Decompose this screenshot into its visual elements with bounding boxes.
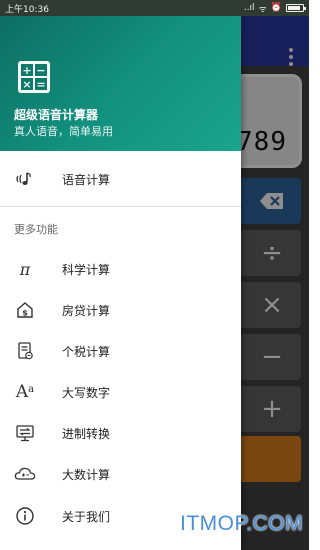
drawer-header: + − × = 超级语音计算器 真人语音，简单易用 bbox=[0, 0, 241, 151]
menu-item-label: 大写数字 bbox=[62, 385, 111, 400]
tax-document-icon bbox=[14, 340, 36, 362]
status-bar: 上午10:36 ..ıl ᯤ ⏰ bbox=[0, 0, 309, 16]
menu-item-uppercase-number[interactable]: Aa 大写数字 bbox=[0, 372, 241, 412]
menu-item-label: 房贷计算 bbox=[62, 303, 111, 318]
watermark: ITMOP.COM bbox=[180, 512, 304, 535]
cloud-calc-icon bbox=[14, 463, 36, 485]
menu-item-scientific[interactable]: π 科学计算 bbox=[0, 249, 241, 289]
menu-item-base-convert[interactable]: 进制转换 bbox=[0, 413, 241, 453]
logo-glyph: + bbox=[21, 63, 33, 77]
menu-item-label: 科学计算 bbox=[62, 262, 111, 277]
alarm-icon: ⏰ bbox=[270, 3, 282, 13]
drawer-divider bbox=[0, 206, 241, 207]
house-dollar-icon: $ bbox=[14, 299, 36, 321]
app-logo-icon: + − × = bbox=[18, 61, 50, 93]
logo-glyph: = bbox=[35, 77, 47, 91]
menu-item-label: 进制转换 bbox=[62, 426, 111, 441]
navigation-drawer: + − × = 超级语音计算器 真人语音，简单易用 语音计算 更多功能 π 科学… bbox=[0, 0, 241, 550]
status-time: 上午10:36 bbox=[5, 4, 49, 15]
battery-icon bbox=[286, 4, 306, 12]
logo-glyph: × bbox=[21, 77, 33, 91]
menu-item-mortgage[interactable]: $ 房贷计算 bbox=[0, 290, 241, 330]
menu-item-voice-calc[interactable]: 语音计算 bbox=[0, 159, 241, 199]
signal-icon: ..ıl bbox=[243, 3, 255, 13]
menu-item-label: 关于我们 bbox=[62, 509, 111, 524]
voice-icon bbox=[14, 168, 36, 190]
menu-item-label: 大数计算 bbox=[62, 467, 111, 482]
base-convert-icon bbox=[14, 422, 36, 444]
section-title: 更多功能 bbox=[14, 223, 58, 236]
svg-text:$: $ bbox=[22, 309, 28, 318]
font-case-icon: Aa bbox=[15, 382, 35, 402]
pi-icon: π bbox=[19, 259, 31, 279]
wifi-icon: ᯤ bbox=[258, 4, 267, 15]
logo-glyph: − bbox=[35, 63, 47, 77]
menu-item-label: 语音计算 bbox=[62, 172, 111, 187]
app-name: 超级语音计算器 bbox=[14, 108, 99, 122]
menu-item-big-number[interactable]: 大数计算 bbox=[0, 454, 241, 494]
menu-item-tax[interactable]: 个税计算 bbox=[0, 331, 241, 371]
info-icon bbox=[14, 505, 36, 527]
menu-item-label: 个税计算 bbox=[62, 344, 111, 359]
status-icons: ..ıl ᯤ ⏰ bbox=[243, 2, 306, 15]
app-tagline: 真人语音，简单易用 bbox=[14, 125, 113, 138]
